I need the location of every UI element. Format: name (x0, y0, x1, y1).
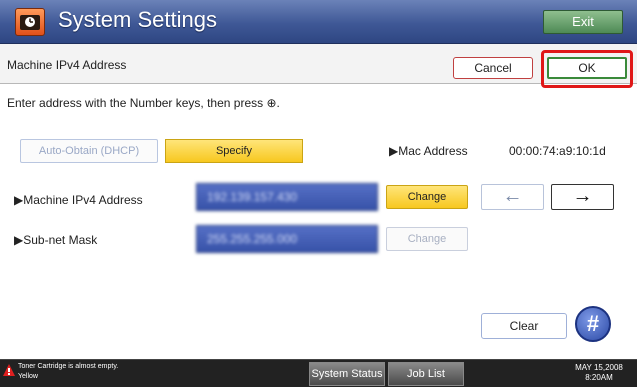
status-message: Toner Cartridge is almost empty. Yellow (18, 362, 118, 382)
system-status-button[interactable]: System Status (309, 362, 385, 386)
hash-key-button[interactable]: # (575, 306, 611, 342)
cursor-left-button[interactable]: ← (481, 184, 544, 210)
specify-button[interactable]: Specify (165, 139, 303, 163)
job-list-button[interactable]: Job List (388, 362, 464, 386)
ok-button[interactable]: OK (547, 57, 627, 79)
mac-address-value: 00:00:74:a9:10:1d (509, 144, 606, 158)
arrow-left-icon: ← (502, 185, 523, 207)
cancel-button[interactable]: Cancel (453, 57, 533, 79)
date-time: MAY 15,2008 8:20AM (570, 363, 628, 383)
ipv4-address-field[interactable]: 192.139.157.430 (196, 183, 378, 211)
instruction-text: Enter address with the Number keys, then… (7, 96, 280, 110)
toner-alert-icon (2, 362, 16, 384)
setting-name: Machine IPv4 Address (7, 58, 127, 72)
ipv4-address-label: ▶Machine IPv4 Address (14, 193, 143, 207)
exit-button[interactable]: Exit (543, 10, 623, 34)
settings-icon (15, 8, 45, 36)
subnet-mask-label: ▶Sub-net Mask (14, 233, 98, 247)
date-text: MAY 15,2008 (575, 363, 623, 372)
clear-button[interactable]: Clear (481, 313, 567, 339)
auto-obtain-dhcp-button[interactable]: Auto-Obtain (DHCP) (20, 139, 158, 163)
status-message-line2: Yellow (18, 373, 38, 380)
time-text: 8:20AM (585, 373, 613, 382)
page-title: System Settings (58, 7, 217, 32)
subnet-change-button[interactable]: Change (386, 227, 468, 251)
ipv4-change-button[interactable]: Change (386, 185, 468, 209)
arrow-right-icon: → (572, 185, 593, 207)
mac-address-label: ▶Mac Address (389, 144, 468, 158)
cursor-right-button[interactable]: → (551, 184, 614, 210)
subnet-mask-field[interactable]: 255.255.255.000 (196, 225, 378, 253)
status-message-line1: Toner Cartridge is almost empty. (18, 363, 119, 370)
